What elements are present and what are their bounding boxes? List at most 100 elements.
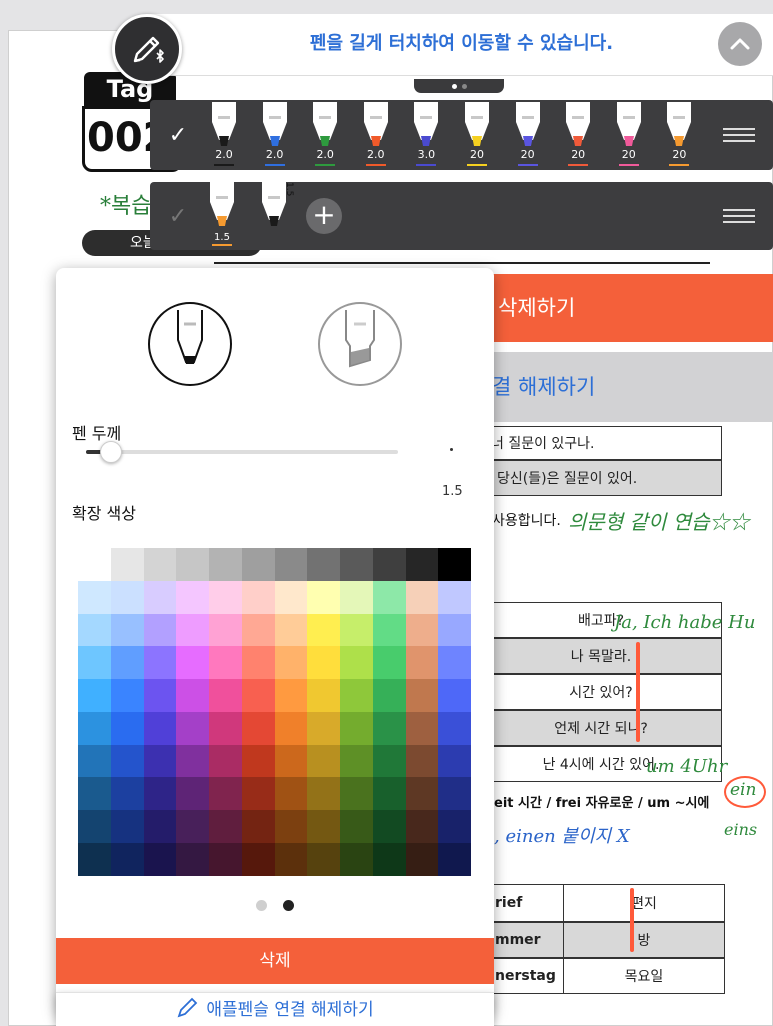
color-swatch[interactable] — [307, 777, 341, 811]
thickness-slider-knob[interactable] — [99, 441, 122, 463]
pen-primary-4[interactable]: 2.0 — [358, 102, 394, 166]
color-swatch[interactable] — [274, 580, 308, 614]
pen-primary-2[interactable]: 2.0 — [257, 102, 293, 166]
color-swatch[interactable] — [438, 646, 472, 680]
color-swatch[interactable] — [209, 777, 242, 811]
pen-primary-5[interactable]: 3.0 — [408, 102, 444, 166]
color-swatch[interactable] — [209, 711, 242, 745]
pen-primary-6[interactable]: 20 — [459, 102, 495, 166]
color-swatch[interactable] — [209, 548, 242, 581]
color-swatch[interactable] — [372, 777, 406, 811]
color-swatch[interactable] — [110, 744, 144, 778]
color-swatch[interactable] — [307, 842, 341, 876]
color-swatch[interactable] — [340, 842, 373, 876]
color-swatch[interactable] — [110, 810, 144, 843]
color-swatch[interactable] — [110, 646, 144, 680]
color-swatch[interactable] — [143, 580, 177, 614]
color-swatch[interactable] — [340, 744, 373, 778]
color-swatch[interactable] — [209, 744, 242, 778]
apple-pencil-button[interactable] — [112, 14, 182, 84]
color-swatch[interactable] — [241, 744, 275, 778]
pen-secondary-2[interactable]: 1.5 — [256, 182, 294, 244]
background-delete-button[interactable]: 삭제하기 — [480, 274, 773, 342]
chisel-tip-option[interactable] — [318, 302, 402, 386]
color-swatch[interactable] — [307, 711, 341, 745]
color-swatch[interactable] — [405, 842, 439, 876]
collapse-toolbar-button[interactable] — [718, 22, 762, 66]
drag-menu-icon[interactable] — [723, 128, 755, 142]
check-icon[interactable]: ✓ — [164, 202, 192, 230]
color-swatch[interactable] — [143, 810, 177, 843]
color-swatch[interactable] — [176, 548, 210, 581]
color-swatch[interactable] — [110, 777, 144, 811]
pen-primary-10[interactable]: 20 — [661, 102, 697, 166]
color-swatch[interactable] — [438, 777, 472, 811]
color-swatch[interactable] — [176, 777, 210, 811]
color-swatch[interactable] — [143, 777, 177, 811]
color-swatch[interactable] — [405, 646, 439, 680]
color-swatch[interactable] — [78, 646, 111, 680]
color-swatch[interactable] — [78, 711, 111, 745]
color-swatch[interactable] — [241, 711, 275, 745]
color-swatch[interactable] — [176, 744, 210, 778]
color-swatch[interactable] — [78, 679, 111, 712]
color-swatch[interactable] — [274, 679, 308, 712]
color-swatch[interactable] — [405, 679, 439, 712]
color-swatch[interactable] — [78, 613, 111, 647]
color-swatch[interactable] — [209, 679, 242, 712]
color-swatch[interactable] — [372, 711, 406, 745]
background-unlink-button[interactable]: 결 해제하기 — [480, 352, 773, 422]
color-swatch[interactable] — [340, 679, 373, 712]
color-swatch[interactable] — [307, 810, 341, 843]
color-swatch[interactable] — [372, 679, 406, 712]
color-swatch[interactable] — [438, 744, 472, 778]
color-swatch[interactable] — [241, 842, 275, 876]
color-swatch[interactable] — [307, 613, 341, 647]
color-swatch[interactable] — [110, 842, 144, 876]
color-swatch[interactable] — [209, 810, 242, 843]
color-swatch[interactable] — [438, 679, 472, 712]
color-swatch[interactable] — [143, 613, 177, 647]
color-swatch[interactable] — [176, 679, 210, 712]
color-swatch[interactable] — [340, 580, 373, 614]
color-swatch[interactable] — [176, 646, 210, 680]
color-swatch[interactable] — [241, 548, 275, 581]
color-swatch[interactable] — [176, 613, 210, 647]
color-swatch[interactable] — [372, 548, 406, 581]
color-swatch[interactable] — [78, 744, 111, 778]
disconnect-apple-pencil-button[interactable]: 애플펜슬 연결 해제하기 — [56, 992, 494, 1026]
color-swatch[interactable] — [143, 646, 177, 680]
page-dot[interactable] — [256, 900, 267, 911]
check-icon[interactable]: ✓ — [164, 121, 192, 149]
color-swatch[interactable] — [274, 711, 308, 745]
pen-primary-8[interactable]: 20 — [560, 102, 596, 166]
pen-secondary-1[interactable]: 1.5 — [204, 182, 240, 246]
color-swatch[interactable] — [405, 548, 439, 581]
color-swatch[interactable] — [438, 711, 472, 745]
color-swatch[interactable] — [438, 613, 472, 647]
color-swatch[interactable] — [438, 810, 472, 843]
color-swatch[interactable] — [307, 580, 341, 614]
color-swatch[interactable] — [241, 580, 275, 614]
color-swatch[interactable] — [110, 613, 144, 647]
color-swatch[interactable] — [78, 580, 111, 614]
color-swatch[interactable] — [110, 679, 144, 712]
page-dot[interactable] — [283, 900, 294, 911]
color-swatch[interactable] — [241, 646, 275, 680]
color-swatch[interactable] — [405, 810, 439, 843]
color-swatch[interactable] — [372, 580, 406, 614]
color-swatch[interactable] — [209, 646, 242, 680]
color-swatch[interactable] — [274, 810, 308, 843]
color-swatch[interactable] — [372, 744, 406, 778]
color-swatch[interactable] — [209, 613, 242, 647]
color-swatch[interactable] — [274, 548, 308, 581]
color-swatch[interactable] — [78, 810, 111, 843]
color-swatch[interactable] — [307, 646, 341, 680]
color-swatch[interactable] — [405, 744, 439, 778]
color-swatch[interactable] — [274, 613, 308, 647]
color-swatch[interactable] — [340, 613, 373, 647]
color-swatch[interactable] — [274, 744, 308, 778]
color-swatch[interactable] — [110, 580, 144, 614]
color-swatch[interactable] — [176, 842, 210, 876]
color-swatch[interactable] — [405, 613, 439, 647]
